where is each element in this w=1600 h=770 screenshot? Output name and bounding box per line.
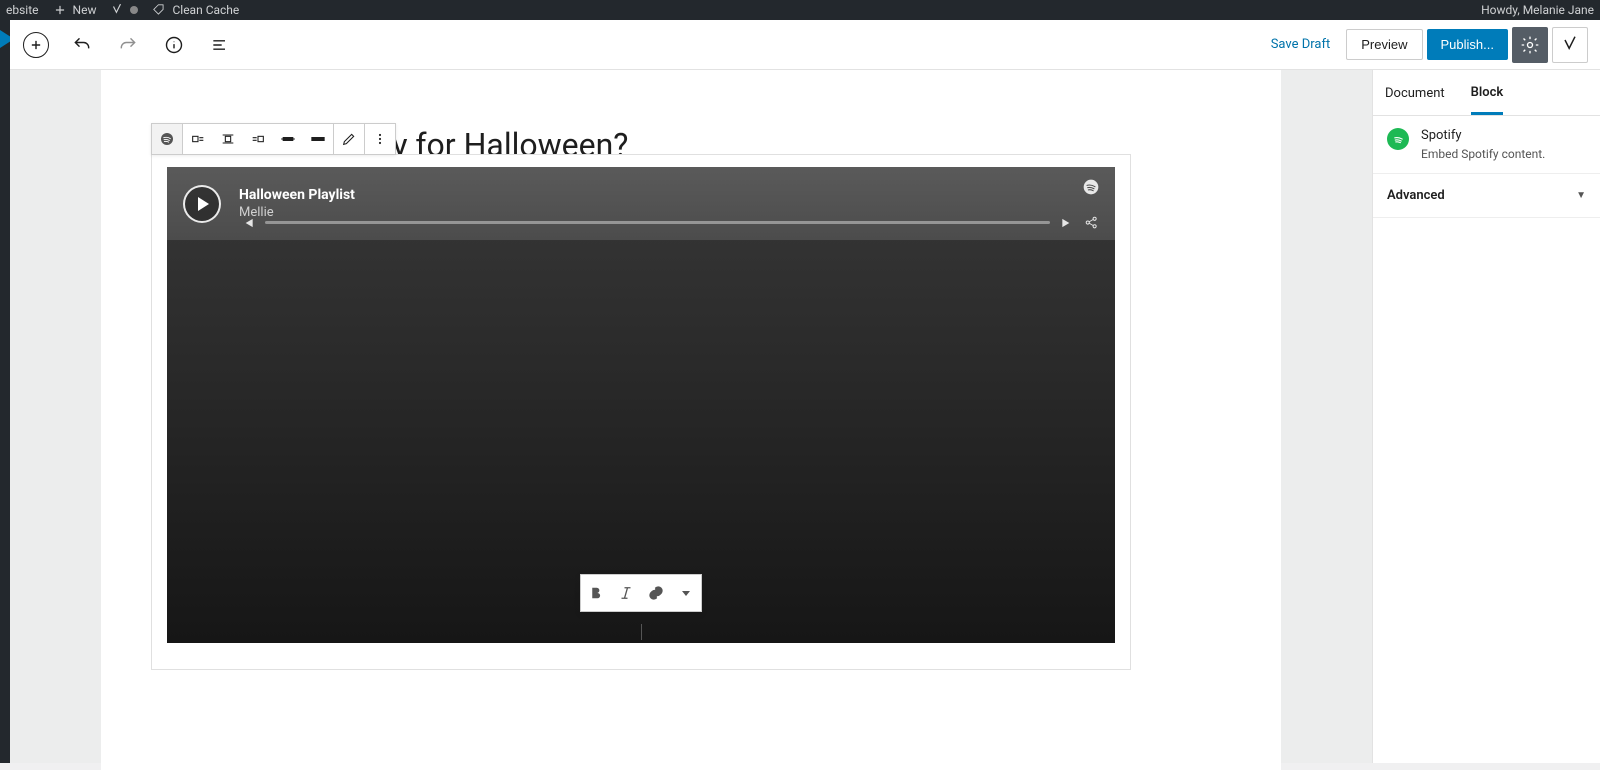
redo-icon	[118, 35, 138, 55]
bold-icon	[587, 584, 605, 602]
settings-button[interactable]	[1512, 27, 1548, 63]
align-left-button[interactable]	[183, 124, 213, 154]
align-wide-icon	[280, 131, 296, 147]
spotify-player: Halloween Playlist Mellie	[167, 167, 1115, 643]
adminbar-new[interactable]: New	[53, 3, 97, 17]
advanced-panel-toggle[interactable]: Advanced ▼	[1373, 174, 1600, 218]
chevron-down-icon: ▼	[1576, 190, 1586, 201]
previous-track-button[interactable]	[241, 216, 255, 230]
align-wide-button[interactable]	[273, 124, 303, 154]
spotify-logo-button[interactable]	[1083, 179, 1099, 195]
more-options-button[interactable]	[365, 124, 395, 154]
spotify-icon	[1083, 179, 1099, 195]
adminbar-site-label: ebsite	[6, 3, 39, 17]
caption-input[interactable]	[641, 624, 642, 640]
yoast-sidebar-button[interactable]	[1552, 27, 1588, 63]
adminbar-howdy-label: Howdy, Melanie Jane	[1481, 3, 1594, 17]
chevron-down-icon	[682, 591, 690, 596]
advanced-panel-label: Advanced	[1387, 188, 1445, 203]
link-icon	[647, 584, 665, 602]
undo-icon	[72, 35, 92, 55]
adminbar-clean-cache[interactable]: Clean Cache	[152, 3, 239, 17]
link-button[interactable]	[641, 575, 671, 611]
block-name-label: Spotify	[1421, 128, 1545, 143]
block-description: Embed Spotify content.	[1421, 147, 1545, 161]
adminbar-yoast[interactable]	[110, 3, 138, 17]
admin-bar: ebsite New Clean Cache Howdy, Melanie Ja…	[0, 0, 1600, 20]
align-center-button[interactable]	[213, 124, 243, 154]
outline-button[interactable]	[206, 31, 234, 59]
next-track-button[interactable]	[1060, 216, 1074, 230]
spotify-embed-block[interactable]: Halloween Playlist Mellie	[151, 154, 1131, 670]
align-right-button[interactable]	[243, 124, 273, 154]
spotify-header: Halloween Playlist Mellie	[167, 167, 1115, 240]
block-type-button[interactable]	[152, 124, 182, 154]
caption-toolbar	[580, 574, 702, 612]
block-info: Spotify Embed Spotify content.	[1373, 116, 1600, 174]
publish-button[interactable]: Publish...	[1427, 29, 1508, 60]
yoast-icon	[110, 3, 124, 17]
align-full-icon	[310, 131, 326, 147]
add-block-button[interactable]	[22, 31, 50, 59]
tab-document[interactable]: Document	[1385, 72, 1445, 113]
align-full-button[interactable]	[303, 124, 333, 154]
admin-menu-strip	[0, 20, 10, 763]
share-button[interactable]	[1084, 215, 1099, 230]
preview-button[interactable]: Preview	[1346, 29, 1422, 60]
edit-url-button[interactable]	[334, 124, 364, 154]
align-center-icon	[220, 131, 236, 147]
play-button[interactable]	[183, 185, 221, 223]
sidebar-tabs: Document Block	[1373, 70, 1600, 116]
adminbar-site[interactable]: ebsite	[6, 3, 39, 17]
yoast-icon	[1560, 35, 1580, 55]
redo-button[interactable]	[114, 31, 142, 59]
settings-sidebar: Document Block Spotify Embed Spotify con…	[1372, 70, 1600, 763]
info-button[interactable]	[160, 31, 188, 59]
block-toolbar	[151, 123, 396, 155]
plus-icon	[26, 35, 46, 55]
status-dot-icon	[130, 6, 138, 14]
list-icon	[210, 35, 230, 55]
more-richtext-button[interactable]	[671, 575, 701, 611]
align-left-icon	[190, 131, 206, 147]
adminbar-howdy[interactable]: Howdy, Melanie Jane	[1481, 3, 1594, 17]
more-vertical-icon	[372, 131, 388, 147]
info-icon	[164, 35, 184, 55]
playlist-title: Halloween Playlist	[239, 187, 355, 203]
tag-icon	[152, 3, 166, 17]
progress-bar[interactable]	[265, 221, 1050, 224]
editor-toolbar: Save Draft Preview Publish...	[10, 20, 1600, 70]
pencil-icon	[341, 131, 357, 147]
italic-button[interactable]	[611, 575, 641, 611]
gear-icon	[1520, 35, 1540, 55]
play-icon	[198, 197, 209, 211]
spotify-controls	[241, 215, 1099, 230]
page: Are Your Ready for Halloween?	[101, 70, 1281, 770]
editor-canvas: Are Your Ready for Halloween?	[10, 70, 1372, 763]
plus-icon	[53, 3, 67, 17]
save-draft-button[interactable]: Save Draft	[1259, 29, 1343, 60]
tab-block[interactable]: Block	[1471, 71, 1504, 115]
italic-icon	[617, 584, 635, 602]
adminbar-new-label: New	[73, 3, 97, 17]
undo-button[interactable]	[68, 31, 96, 59]
spotify-icon	[1387, 128, 1409, 150]
align-right-icon	[250, 131, 266, 147]
adminbar-clean-cache-label: Clean Cache	[172, 3, 239, 17]
bold-button[interactable]	[581, 575, 611, 611]
spotify-icon	[159, 131, 175, 147]
